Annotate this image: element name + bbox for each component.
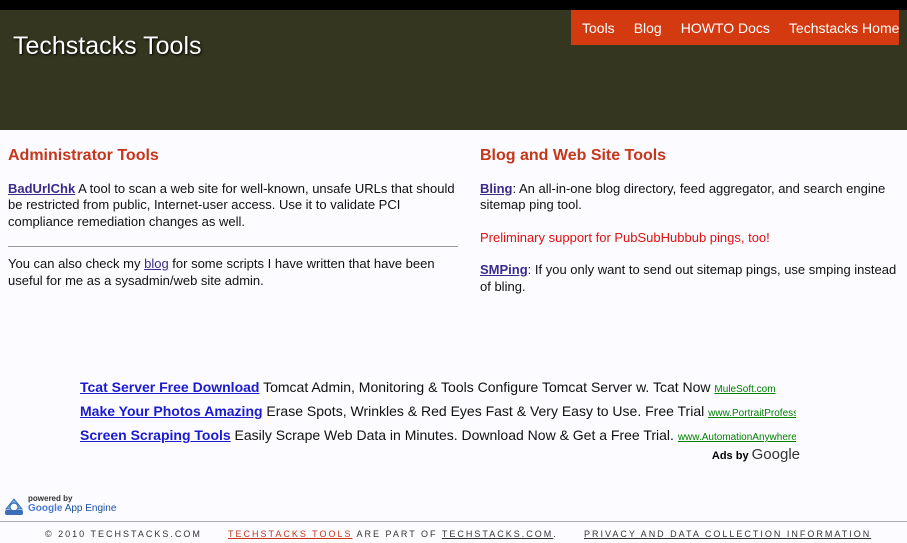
ads-by-label: Ads by [711,450,752,462]
footer: © 2010 TECHSTACKS.COM TECHSTACKS TOOLS A… [0,521,907,543]
blog-tools-heading: Blog and Web Site Tools [480,147,667,164]
admin-tools-column: Administrator Tools BadUrlChk A tool to … [8,147,460,305]
badurlchk-description: A tool to scan a web site for well-known… [8,180,455,229]
ad-title-link[interactable]: Make Your Photos Amazing [80,403,263,419]
bling-paragraph: Bling: An all-in-one blog directory, fee… [480,181,907,214]
blog-paragraph: You can also check my blog for some scri… [8,256,460,289]
main-nav: Tools Blog HOWTO Docs Techstacks Home [571,10,899,45]
nav-howto-docs[interactable]: HOWTO Docs [681,20,770,36]
smping-paragraph: SMPing: If you only want to send out sit… [480,262,907,295]
footer-links-text: TECHSTACKS TOOLS ARE PART OF TECHSTACKS.… [228,529,558,539]
nav-techstacks-home[interactable]: Techstacks Home [789,20,899,36]
privacy-link[interactable]: PRIVACY AND DATA COLLECTION INFORMATION [584,529,871,539]
google-label: Google [28,503,63,514]
admin-tools-heading: Administrator Tools [8,147,159,164]
blog-text-pre: You can also check my [8,256,145,271]
powered-by-label: powered by [28,494,73,503]
ad-row: Make Your Photos Amazing Erase Spots, Wr… [80,400,796,424]
ad-block: Tcat Server Free Download Tomcat Admin, … [80,376,800,468]
ad-row: Tcat Server Free Download Tomcat Admin, … [80,376,796,400]
site-title: Techstacks Tools [13,32,202,60]
ad-url-link[interactable]: www.AutomationAnywhere.com [678,432,796,443]
ad-title-link[interactable]: Tcat Server Free Download [80,379,259,395]
badurlchk-link[interactable]: BadUrlChk [8,181,75,196]
google-wordmark: Google [751,446,800,463]
pubsubhubbub-notice: Preliminary support for PubSubHubbub pin… [480,229,770,245]
ad-title-link[interactable]: Screen Scraping Tools [80,427,231,443]
ad-text: Erase Spots, Wrinkles & Red Eyes Fast & … [262,403,709,419]
blog-link[interactable]: blog [144,256,169,271]
footer-site-link[interactable]: TECHSTACKS.COM [442,529,553,539]
ad-text: Tomcat Admin, Monitoring & Tools Configu… [259,379,715,395]
badurlchk-paragraph: BadUrlChk A tool to scan a web site for … [8,181,460,231]
footer-dot: . [553,529,558,539]
ad-row: Screen Scraping Tools Easily Scrape Web … [80,424,796,448]
ad-url-link[interactable]: www.PortraitProfessional.com [708,408,796,419]
copyright-text: © 2010 TECHSTACKS.COM [45,529,202,539]
divider [8,246,458,247]
bling-link[interactable]: Bling [480,181,513,196]
engine-label: App Engine [64,503,117,514]
footer-mid-text: ARE PART OF [352,529,442,539]
blog-tools-column: Blog and Web Site Tools Bling: An all-in… [480,147,907,311]
app-engine-label: Google App Engine [28,503,116,514]
footer-tools-link[interactable]: TECHSTACKS TOOLS [228,529,353,539]
ad-text: Easily Scrape Web Data in Minutes. Downl… [230,427,678,443]
smping-link[interactable]: SMPing [480,262,528,277]
top-strip [0,0,907,10]
app-engine-icon [4,498,24,515]
bling-description: : An all-in-one blog directory, feed agg… [480,180,886,213]
ad-url-link[interactable]: MuleSoft.com [714,384,775,395]
nav-blog[interactable]: Blog [634,20,662,36]
ads-by-google[interactable]: Ads by Google [712,446,800,463]
nav-tools[interactable]: Tools [582,20,615,36]
smping-description: : If you only want to send out sitemap p… [480,262,897,294]
app-engine-badge[interactable]: powered by Google App Engine [2,494,122,518]
